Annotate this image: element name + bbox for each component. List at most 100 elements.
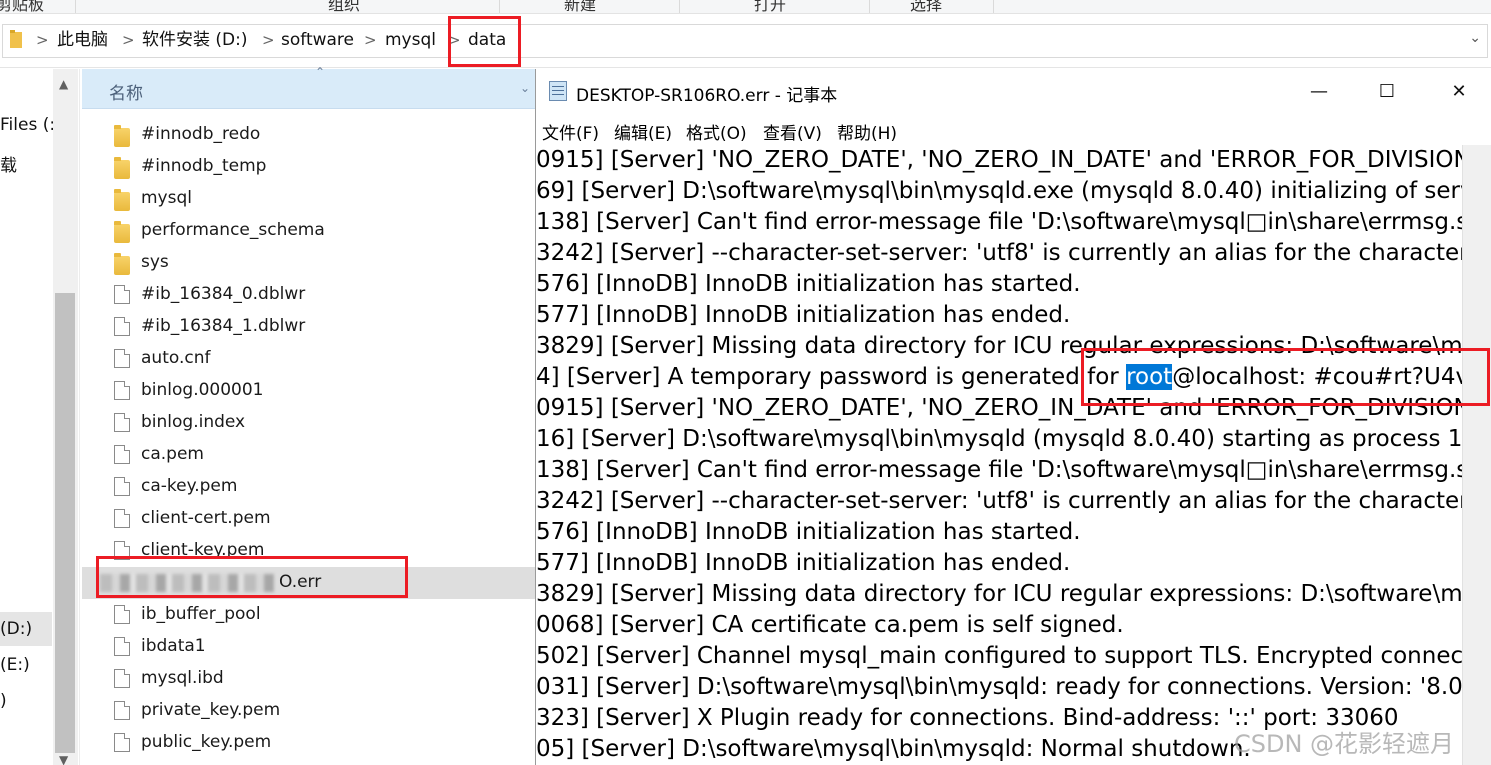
log-line: 577] [InnoDB] InnoDB initialization has … (536, 548, 1070, 579)
sort-ascending-icon: ⌃ (315, 65, 326, 79)
file-row[interactable]: #innodb_redo (82, 119, 535, 151)
file-name: #ib_16384_1.dblwr (141, 316, 306, 336)
log-line: 138] [Server] Can't find error-message f… (536, 455, 1462, 486)
log-line: 69] [Server] D:\software\mysql\bin\mysql… (536, 176, 1462, 207)
watermark: CSDN @花影轻遮月 (1234, 730, 1455, 758)
scroll-up-arrow-icon[interactable]: ▲ (59, 77, 68, 91)
folder-icon (114, 253, 130, 275)
log-line-text: 0068] [Server] CA certificate ca.pem is … (536, 612, 1124, 638)
file-row[interactable]: ca.pem (82, 439, 535, 471)
file-row[interactable]: public_key.pem (82, 727, 535, 759)
breadcrumb-separator: > (122, 31, 135, 49)
file-icon (114, 317, 130, 336)
file-icon (114, 733, 130, 752)
minimize-button[interactable]: — (1304, 79, 1334, 105)
menu-view[interactable]: 查看(V) (763, 119, 822, 144)
log-line-text: 502] [Server] Channel mysql_main configu… (536, 643, 1462, 669)
file-row[interactable]: auto.cnf (82, 343, 535, 375)
file-name: mysql.ibd (141, 668, 224, 688)
file-row[interactable]: mysql (82, 183, 535, 215)
file-name: #innodb_temp (141, 156, 267, 176)
breadcrumb-software[interactable]: software (281, 30, 354, 50)
nav-item-drive-d[interactable]: (D:) (0, 619, 32, 639)
nav-item-drive-e[interactable]: (E:) (0, 655, 30, 675)
notepad-scrollbar[interactable] (1462, 145, 1491, 765)
file-row[interactable]: client-cert.pem (82, 503, 535, 535)
log-line: 0915] [Server] 'NO_ZERO_DATE', 'NO_ZERO_… (536, 145, 1462, 176)
file-row[interactable]: binlog.index (82, 407, 535, 439)
menu-help[interactable]: 帮助(H) (837, 119, 897, 144)
column-dropdown-icon[interactable]: ⌄ (520, 81, 530, 95)
close-button[interactable]: ✕ (1444, 79, 1474, 105)
folder-icon (114, 125, 130, 147)
chevron-down-icon[interactable]: ⌄ (1469, 30, 1481, 46)
log-line-text: 05] [Server] D:\software\mysql\bin\mysql… (536, 736, 1251, 762)
file-row[interactable]: sys (82, 247, 535, 279)
notepad-text-area[interactable]: 0915] [Server] 'NO_ZERO_DATE', 'NO_ZERO_… (536, 145, 1462, 765)
file-name: ibdata1 (141, 636, 206, 656)
log-line: 0068] [Server] CA certificate ca.pem is … (536, 610, 1124, 641)
file-icon (114, 381, 130, 400)
breadcrumb-mysql[interactable]: mysql (385, 30, 436, 50)
file-name: ca.pem (141, 444, 204, 464)
ribbon-group-clipboard[interactable]: 剪贴板 (0, 0, 76, 13)
breadcrumb-this-pc[interactable]: 此电脑 (57, 30, 108, 50)
file-name: #ib_16384_0.dblwr (141, 284, 306, 304)
log-line-text: 576] [InnoDB] InnoDB initialization has … (536, 519, 1081, 545)
file-row[interactable]: performance_schema (82, 215, 535, 247)
nav-item-files[interactable]: Files (: (0, 115, 55, 135)
log-line-text: 16] [Server] D:\software\mysql\bin\mysql… (536, 426, 1462, 452)
annotation-box-err-file (96, 556, 408, 598)
menu-edit[interactable]: 编辑(E) (614, 119, 672, 144)
log-line: 031] [Server] D:\software\mysql\bin\mysq… (536, 672, 1462, 703)
menu-file[interactable]: 文件(F) (542, 119, 599, 144)
nav-item-downloads[interactable]: 载 (0, 151, 17, 176)
file-rows: #innodb_redo #innodb_tempmysql performance… (82, 119, 535, 759)
notepad-title-bar[interactable]: DESKTOP-SR106RO.err - 记事本 — ☐ ✕ (536, 69, 1491, 113)
file-icon (114, 637, 130, 656)
file-name: #innodb_redo (141, 124, 261, 144)
file-row[interactable]: #ib_16384_1.dblwr (82, 311, 535, 343)
ribbon-group-select[interactable]: 选择 (872, 0, 994, 13)
file-row[interactable]: ib_buffer_pool (82, 599, 535, 631)
file-name: performance_schema (141, 220, 325, 240)
file-icon (114, 445, 130, 464)
nav-scrollbar[interactable]: ▲ ▼ (53, 69, 78, 765)
ribbon: 剪贴板 组织 新建 打开 选择 (0, 0, 1491, 14)
maximize-button[interactable]: ☐ (1372, 79, 1402, 105)
file-row[interactable]: private_key.pem (82, 695, 535, 727)
menu-format[interactable]: 格式(O) (686, 119, 747, 144)
log-line-text: 577] [InnoDB] InnoDB initialization has … (536, 302, 1071, 328)
log-line: 05] [Server] D:\software\mysql\bin\mysql… (536, 734, 1251, 765)
file-row[interactable]: #innodb_temp (82, 151, 535, 183)
file-icon (114, 669, 130, 688)
file-icon (114, 285, 130, 304)
breadcrumb-separator: > (262, 31, 275, 49)
file-icon (114, 477, 130, 496)
annotation-box-temp-password (1081, 348, 1490, 406)
file-row[interactable]: mysql.ibd (82, 663, 535, 695)
log-line-text: 4] [Server] A temporary password is gene… (536, 364, 1127, 390)
file-row[interactable]: ibdata1 (82, 631, 535, 663)
nav-scrollbar-thumb[interactable] (55, 293, 75, 753)
ribbon-group-open[interactable]: 打开 (682, 0, 870, 13)
breadcrumb-drive-d[interactable]: 软件安装 (D:) (142, 30, 248, 50)
notepad-window: DESKTOP-SR106RO.err - 记事本 — ☐ ✕ 文件(F) 编辑… (535, 69, 1491, 765)
nav-item-other[interactable]: ) (0, 691, 7, 711)
file-icon (114, 605, 130, 624)
column-header-name[interactable]: ⌃ 名称 ⌄ (82, 65, 535, 109)
ribbon-group-organize[interactable]: 组织 (80, 0, 500, 13)
file-name: mysql (141, 188, 192, 208)
folder-icon (114, 189, 130, 211)
log-line: 502] [Server] Channel mysql_main configu… (536, 641, 1462, 672)
file-row[interactable]: ca-key.pem (82, 471, 535, 503)
file-name: ca-key.pem (141, 476, 238, 496)
folder-icon (114, 221, 130, 243)
navigation-pane: Files (: 载 (D:) (E:) ) ▲ ▼ (0, 69, 80, 765)
ribbon-group-new[interactable]: 新建 (500, 0, 680, 13)
file-name: binlog.index (141, 412, 246, 432)
log-line: 3242] [Server] --character-set-server: '… (536, 486, 1462, 517)
file-row[interactable]: binlog.000001 (82, 375, 535, 407)
scroll-down-arrow-icon[interactable]: ▼ (59, 753, 68, 765)
file-row[interactable]: #ib_16384_0.dblwr (82, 279, 535, 311)
